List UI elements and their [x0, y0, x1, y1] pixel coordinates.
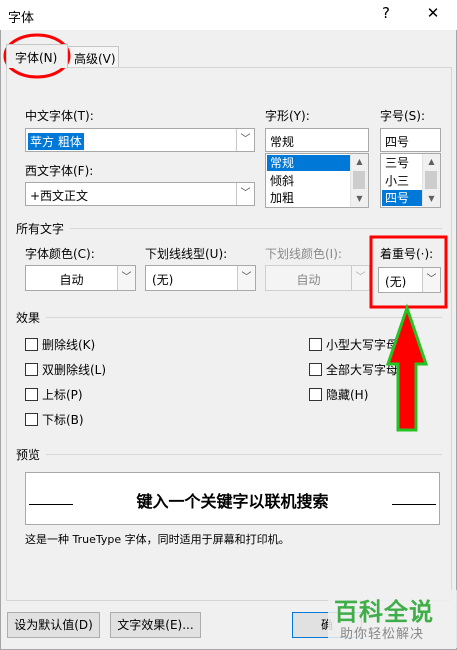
annotation-layer: [3, 33, 448, 432]
watermark: 百科全说 助你轻松解决: [328, 590, 457, 648]
pointer-arrow-icon: [385, 303, 429, 432]
watermark-title: 百科全说: [334, 598, 434, 626]
tab-font-label: 字体(N): [15, 51, 58, 65]
tab-font[interactable]: 字体(N): [6, 44, 68, 68]
watermark-subtitle: 助你轻松解决: [340, 627, 425, 642]
emphasis-highlight-box: [369, 235, 448, 309]
